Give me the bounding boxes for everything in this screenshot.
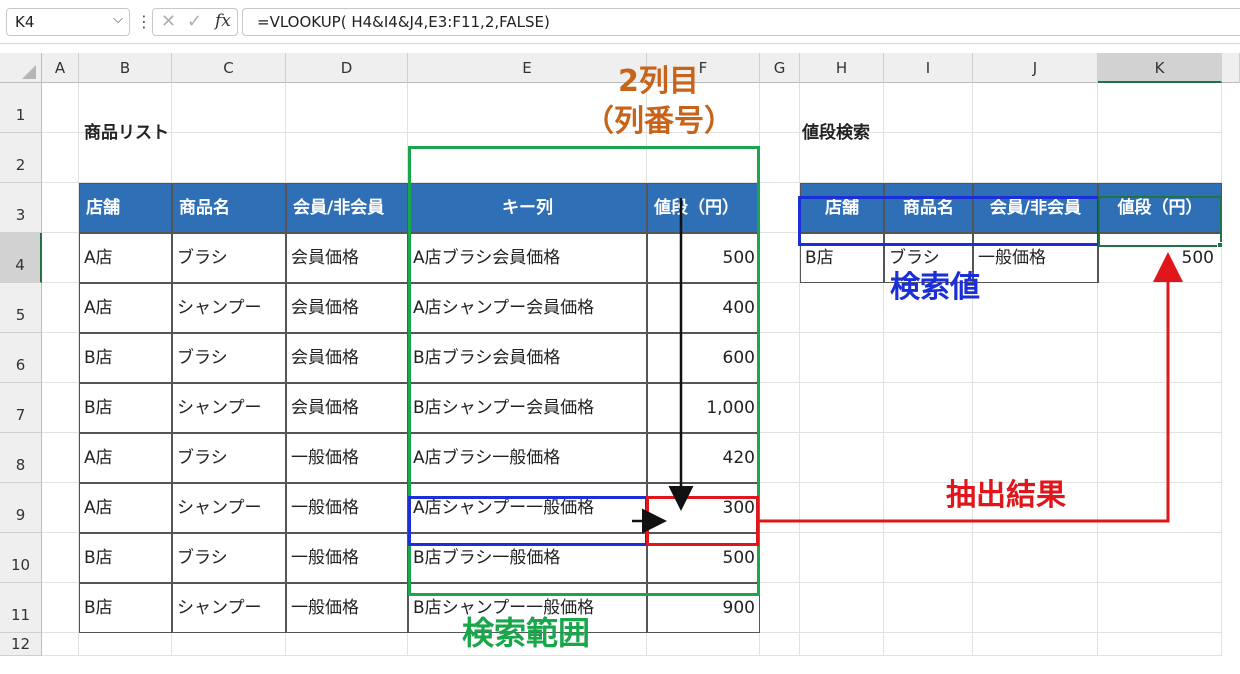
search-range-label: 検索範囲 — [462, 614, 591, 652]
column-index-label-1: 2列目 — [618, 64, 699, 99]
result-label: 抽出結果 — [946, 478, 1066, 513]
column-index-label-2: （列番号） — [584, 104, 734, 139]
search-value-label: 検索値 — [890, 270, 980, 305]
